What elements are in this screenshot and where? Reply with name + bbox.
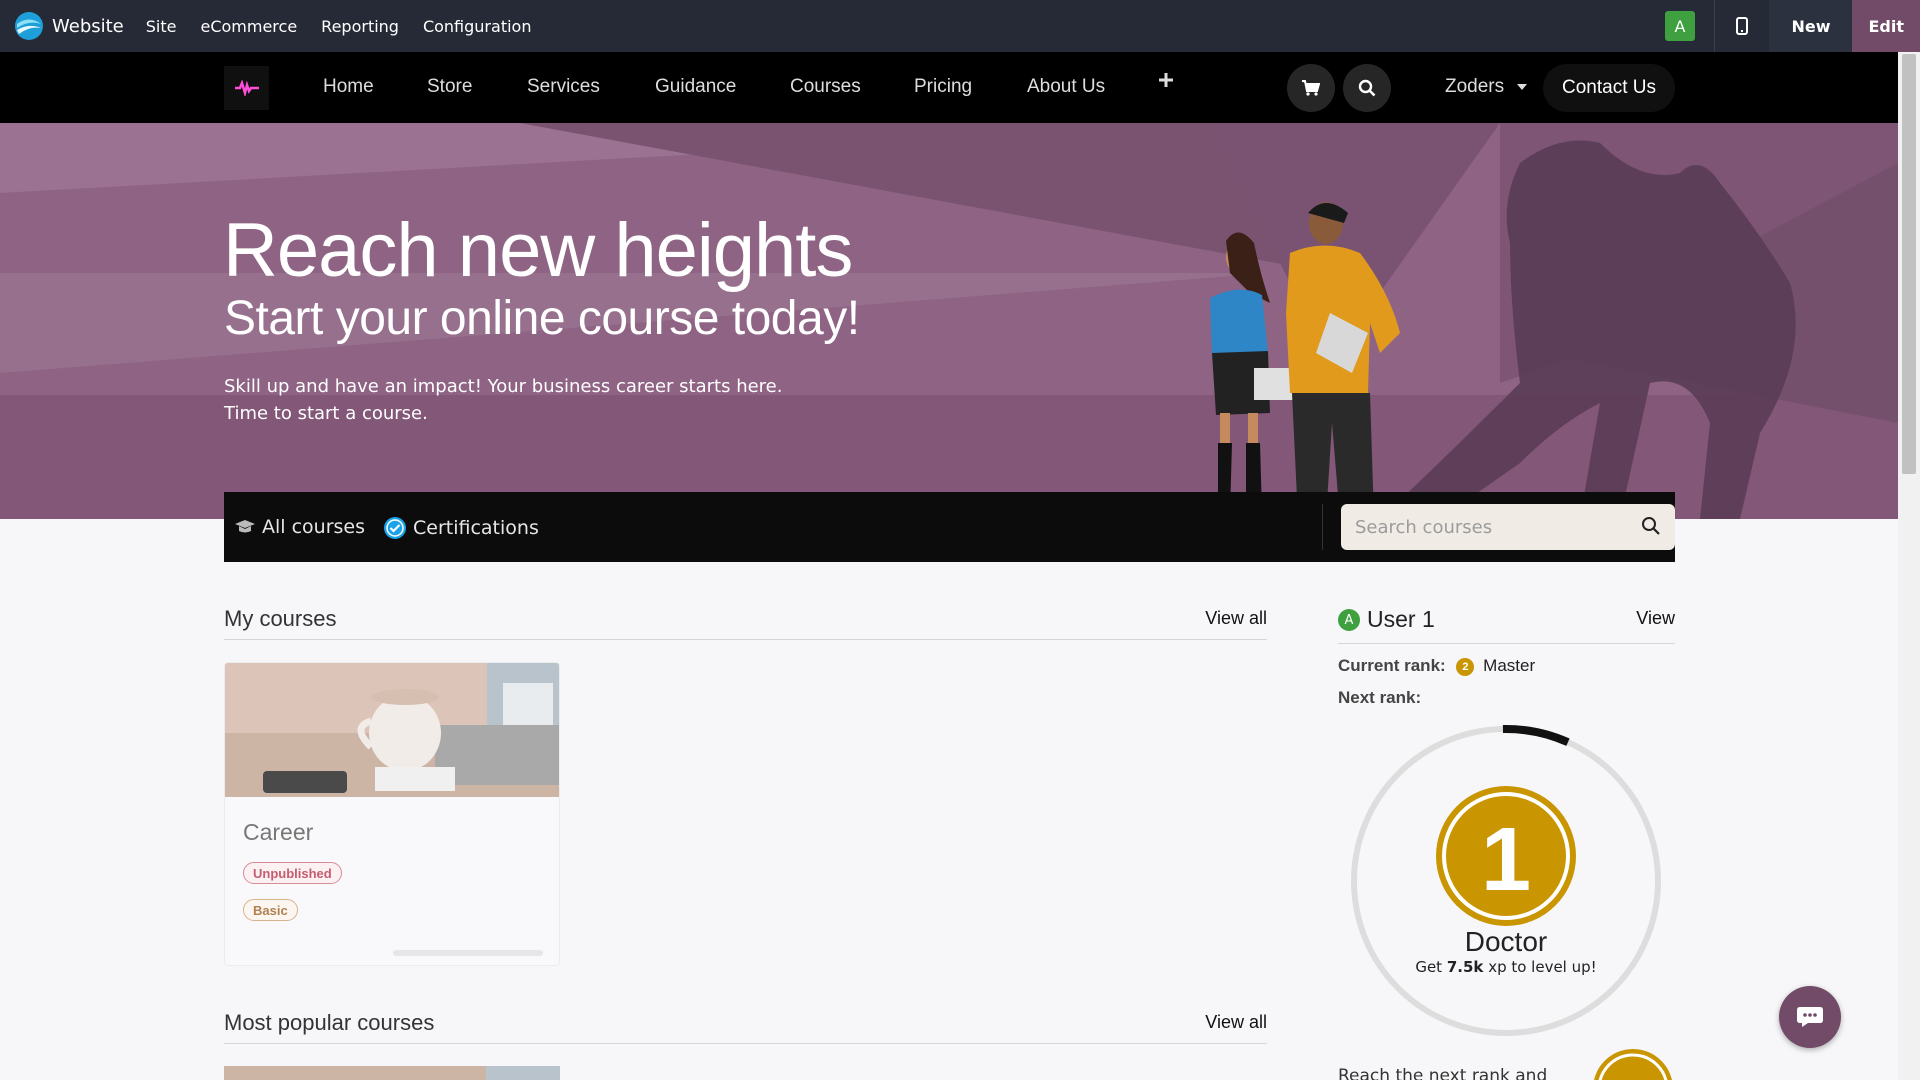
user-avatar-button[interactable]: A (1645, 0, 1716, 52)
my-courses-header: My courses View all (224, 606, 1267, 640)
divider (1322, 504, 1323, 550)
nav-guidance[interactable]: Guidance (655, 76, 736, 98)
next-rank-number: 1 (1481, 810, 1531, 910)
courses-navbar: All courses Certifications (224, 492, 1675, 562)
nav-home[interactable]: Home (323, 76, 374, 98)
mobile-phone-icon (1736, 17, 1749, 35)
popular-course-card-thumbnail[interactable] (224, 1066, 560, 1080)
rank-medal-icon: 2 (1456, 658, 1475, 676)
rank-progress-ring: 1 (1351, 725, 1661, 1036)
rank-medal-icon (1594, 1049, 1672, 1080)
popular-courses-title: Most popular courses (224, 1010, 435, 1035)
nav-about-us[interactable]: About Us (1027, 76, 1105, 98)
menu-configuration[interactable]: Configuration (423, 17, 532, 36)
tag-badge: Basic (243, 899, 298, 921)
level-up-hint: Get 7.5k xp to level up! (1349, 958, 1663, 976)
course-title[interactable]: Career (243, 819, 313, 846)
cart-icon (1302, 80, 1320, 96)
my-courses-view-all-link[interactable]: View all (1205, 608, 1267, 629)
hero-subtitle: Start your online course today! (224, 292, 860, 345)
cart-button[interactable] (1287, 64, 1335, 112)
site-logo-icon (234, 80, 259, 96)
site-navbar: Home Store Services Guidance Courses Pri… (0, 52, 1898, 123)
course-thumbnail (225, 663, 559, 797)
course-thumbnail-image (225, 663, 559, 797)
page-scrollbar[interactable] (1898, 52, 1920, 1080)
popular-courses-view-all-link[interactable]: View all (1205, 1012, 1267, 1033)
course-search-input[interactable] (1355, 516, 1625, 538)
user-dropdown[interactable]: Zoders (1445, 76, 1528, 98)
next-rank-name: Doctor (1464, 926, 1548, 957)
menu-ecommerce[interactable]: eCommerce (200, 17, 297, 36)
current-rank-value: Master (1483, 656, 1536, 675)
user-profile-panel: A User 1 View Current rank: 2 Master Nex… (1338, 606, 1675, 707)
menu-reporting[interactable]: Reporting (321, 17, 399, 36)
search-icon[interactable] (1641, 516, 1661, 536)
contact-us-button[interactable]: Contact Us (1543, 64, 1675, 112)
search-button[interactable] (1343, 64, 1391, 112)
current-rank-line: Current rank: 2 Master (1338, 656, 1535, 676)
nav-pricing[interactable]: Pricing (914, 76, 972, 98)
rank-progress-arc (1502, 725, 1570, 746)
hint-xp-value: 7.5k (1446, 958, 1484, 976)
search-icon (1358, 79, 1376, 97)
course-search-box (1341, 504, 1675, 550)
graduation-cap-icon (235, 520, 255, 533)
hero-text-line-1: Skill up and have an impact! Your busine… (224, 376, 783, 397)
user-name[interactable]: User 1 (1367, 606, 1435, 633)
hint-suffix: xp to level up! (1488, 958, 1597, 976)
admin-bar: Website Site eCommerce Reporting Configu… (0, 0, 1920, 52)
live-chat-button[interactable] (1779, 986, 1841, 1048)
tab-certifications[interactable]: Certifications (383, 516, 539, 540)
tab-all-courses[interactable]: All courses (234, 516, 365, 538)
user-view-link[interactable]: View (1636, 608, 1675, 629)
reach-next-rank-text: Reach the next rank and (1338, 1066, 1548, 1080)
user-dropdown-label: Zoders (1445, 76, 1505, 97)
next-rank-label: Next rank: (1338, 688, 1422, 707)
unpublished-badge: Unpublished (243, 862, 342, 884)
user-avatar: A (1664, 11, 1695, 41)
hint-prefix: Get (1415, 958, 1443, 976)
new-button[interactable]: New (1769, 0, 1853, 52)
popular-courses-header: Most popular courses View all (224, 1010, 1267, 1044)
hero-description: Skill up and have an impact! Your busine… (224, 373, 782, 427)
user-panel-header: A User 1 View (1338, 606, 1675, 644)
menu-site[interactable]: Site (146, 17, 177, 36)
current-rank-label: Current rank: (1338, 656, 1446, 675)
certification-check-icon (384, 517, 406, 539)
hero-banner: Reach new heights Start your online cour… (0, 123, 1898, 519)
mobile-preview-button[interactable] (1715, 0, 1769, 52)
odoo-website-logo-icon[interactable] (14, 11, 44, 41)
course-progress-bar (393, 950, 543, 956)
hero-title: Reach new heights (223, 208, 853, 293)
caret-down-icon (1517, 83, 1528, 90)
nav-courses[interactable]: Courses (790, 76, 861, 98)
tab-certifications-label: Certifications (413, 517, 539, 539)
nav-services[interactable]: Services (527, 76, 600, 98)
user-avatar: A (1338, 609, 1360, 631)
edit-button[interactable]: Edit (1852, 0, 1920, 52)
add-menu-plus-icon[interactable] (1158, 72, 1174, 94)
hero-text-line-2: Time to start a course. (224, 403, 428, 424)
site-logo[interactable] (224, 66, 269, 110)
chat-bubble-icon (1797, 1007, 1823, 1027)
tab-all-courses-label: All courses (262, 516, 366, 538)
course-card[interactable]: Career Unpublished Basic (224, 662, 560, 966)
nav-store[interactable]: Store (427, 76, 472, 98)
scrollbar-thumb[interactable] (1902, 54, 1916, 474)
app-name[interactable]: Website (52, 16, 124, 37)
my-courses-title: My courses (224, 606, 337, 631)
